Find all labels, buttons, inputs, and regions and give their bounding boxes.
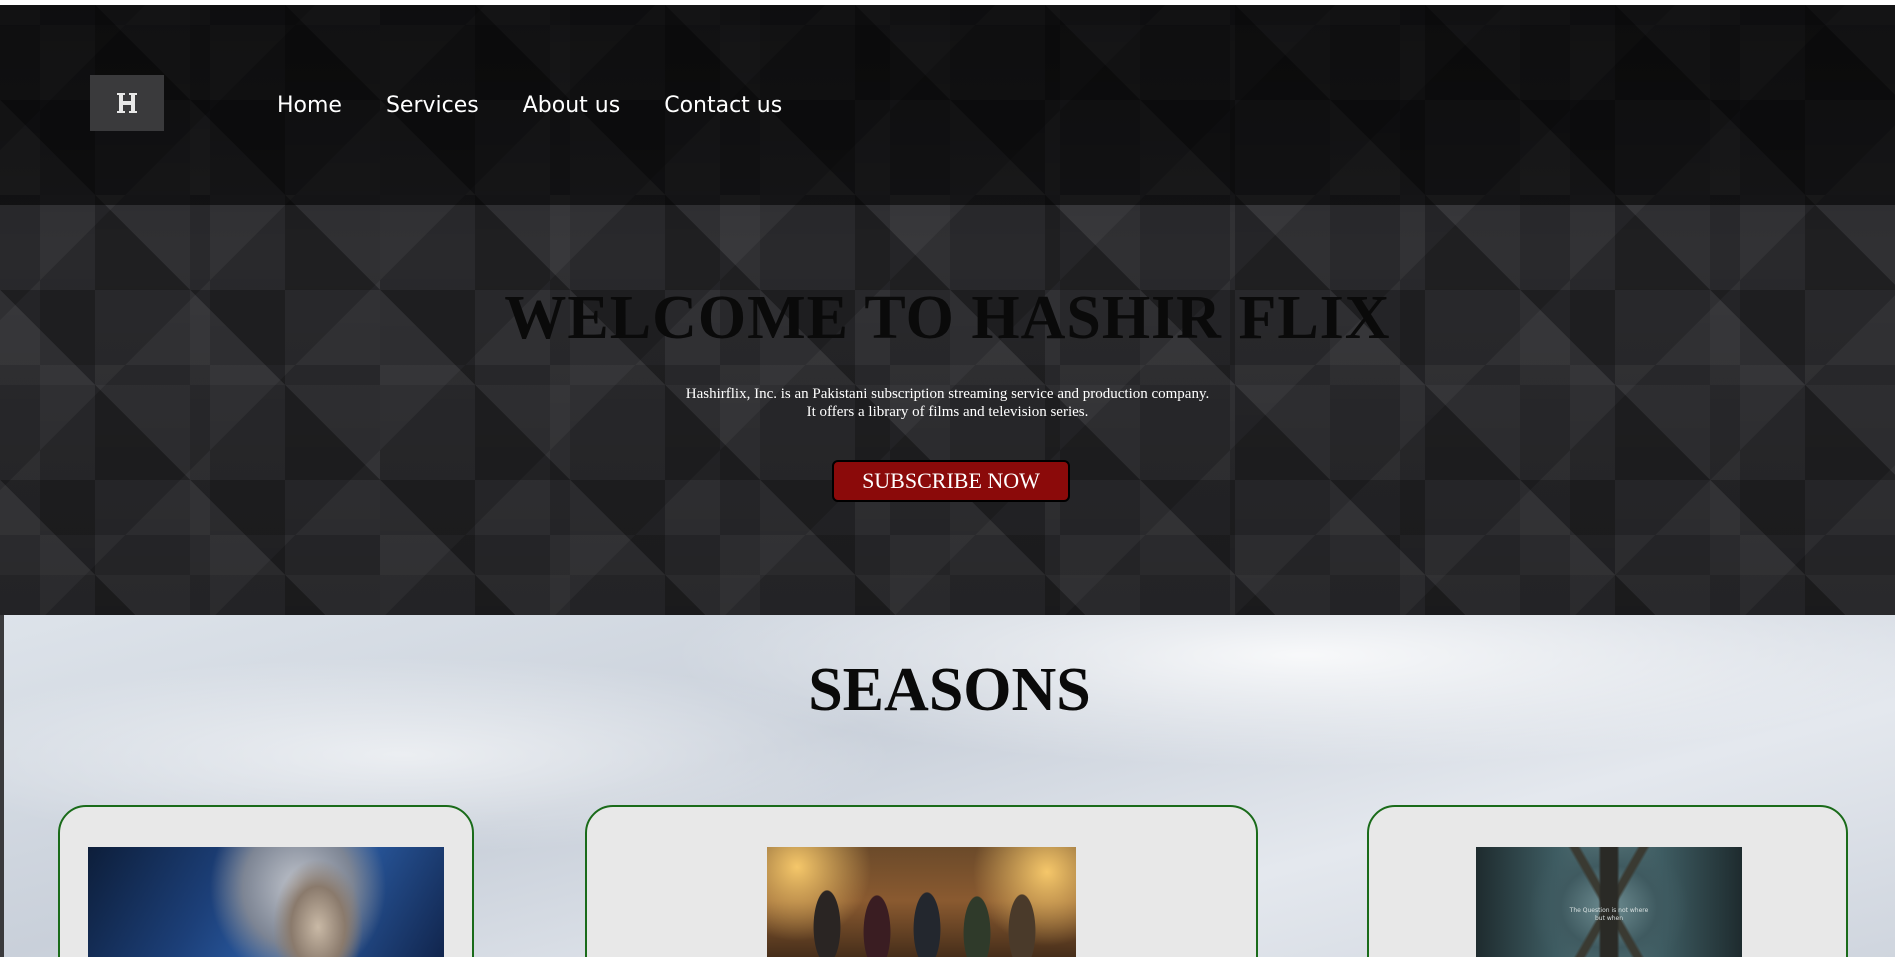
nav-about-link[interactable]: About us bbox=[523, 93, 620, 118]
season-card-1[interactable] bbox=[58, 805, 474, 959]
hero-title: WELCOME TO HASHIR FLIX bbox=[504, 284, 1391, 352]
poster-tagline-line-2: but when bbox=[1594, 915, 1624, 922]
hero-description: Hashirflix, Inc. is an Pakistani subscri… bbox=[0, 385, 1895, 421]
navbar: Home Services About us Contact us bbox=[0, 5, 1895, 205]
hero-content: WELCOME TO HASHIR FLIX Hashirflix, Inc. … bbox=[0, 205, 1895, 615]
nav-services-link[interactable]: Services bbox=[386, 93, 479, 118]
h-logo-icon bbox=[117, 93, 137, 113]
logo[interactable] bbox=[90, 75, 164, 131]
subscribe-now-button[interactable]: SUBSCRIBE NOW bbox=[832, 460, 1070, 502]
harry-potter-reunion-poster-image[interactable] bbox=[767, 847, 1076, 959]
hero-description-line-1: Hashirflix, Inc. is an Pakistani subscri… bbox=[685, 386, 1210, 402]
season-card-2[interactable] bbox=[585, 805, 1258, 959]
nav-home-link[interactable]: Home bbox=[277, 93, 342, 118]
nav-links: Home Services About us Contact us bbox=[277, 93, 826, 118]
season-card-3[interactable]: The Question is not where but when bbox=[1367, 805, 1848, 959]
seasons-section: SEASONS The Question is not where but wh… bbox=[4, 615, 1895, 959]
hero-description-line-2: It offers a library of films and televis… bbox=[806, 404, 1089, 420]
nav-contact-link[interactable]: Contact us bbox=[664, 93, 782, 118]
hero-section: Home Services About us Contact us WELCOM… bbox=[0, 5, 1895, 615]
dark-series-poster-image[interactable]: The Question is not where but when bbox=[1476, 847, 1742, 959]
seasons-title: SEASONS bbox=[808, 656, 1091, 724]
witcher-poster-image[interactable] bbox=[88, 847, 444, 959]
poster-tagline: The Question is not where but when bbox=[1476, 907, 1742, 923]
poster-tagline-line-1: The Question is not where bbox=[1569, 907, 1649, 914]
